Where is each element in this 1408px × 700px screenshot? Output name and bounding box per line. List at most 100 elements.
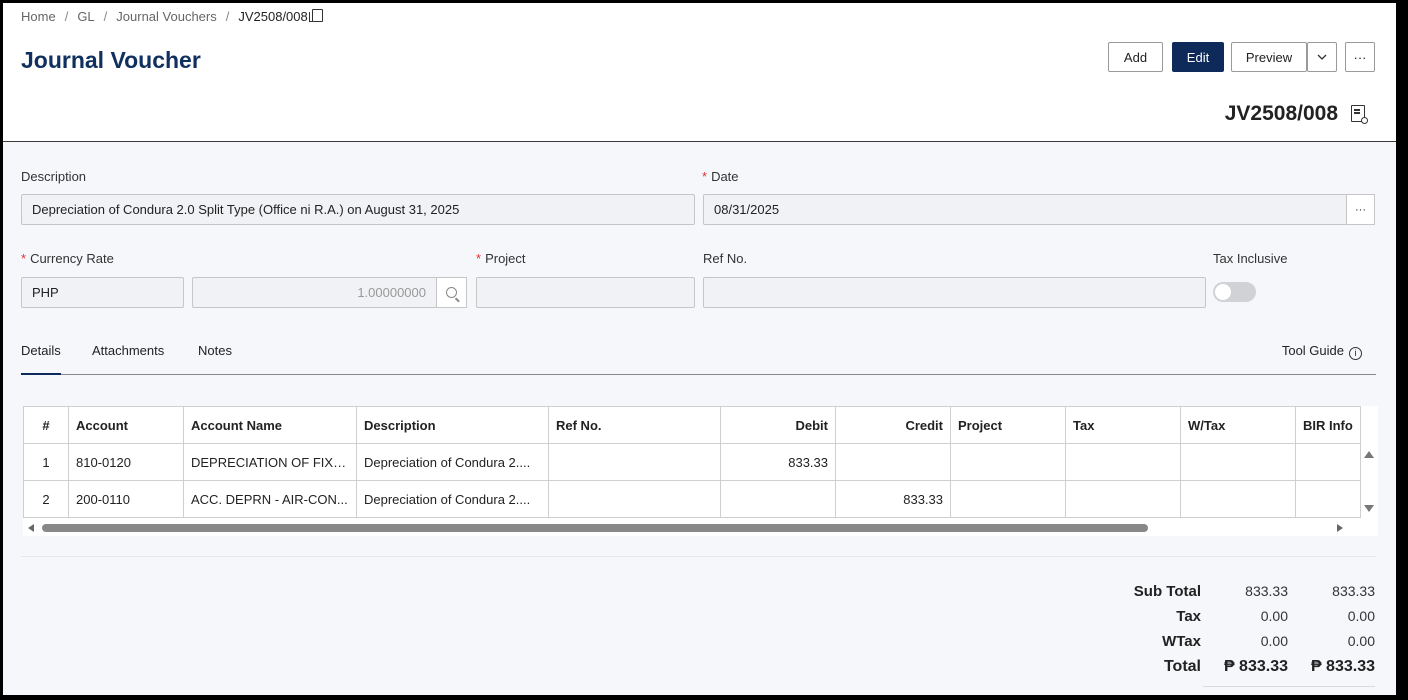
scroll-left-icon[interactable]	[28, 524, 34, 532]
breadcrumb: Home / GL / Journal Vouchers / JV2508/008	[21, 9, 323, 24]
column-header-description[interactable]: Description	[356, 406, 549, 444]
details-grid: # Account Account Name Description Ref N…	[23, 406, 1378, 536]
breadcrumb-current: JV2508/008	[238, 9, 308, 24]
search-icon	[446, 287, 457, 298]
ref-no-field[interactable]	[703, 277, 1206, 308]
table-row[interactable]: 2 200-0110 ACC. DEPRN - AIR-CON... Depre…	[23, 480, 1361, 518]
document-search-icon[interactable]	[1351, 105, 1368, 124]
cell-wtax[interactable]	[1180, 443, 1296, 481]
date-field[interactable]: 08/31/2025	[703, 194, 1347, 225]
document-number: JV2508/008	[1224, 102, 1338, 125]
cell-no[interactable]: 1	[23, 443, 69, 481]
rate-search-button[interactable]	[436, 277, 467, 308]
cell-ref-no[interactable]	[548, 443, 721, 481]
tab-attachments[interactable]: Attachments	[92, 343, 164, 358]
cell-debit[interactable]	[720, 480, 836, 518]
currency-rate-label: * Currency Rate	[21, 251, 114, 266]
column-header-no[interactable]: #	[23, 406, 69, 444]
app-window: Home / GL / Journal Vouchers / JV2508/008 Jour…	[3, 3, 1396, 695]
preview-dropdown-button[interactable]	[1307, 42, 1337, 72]
tax-inclusive-label: Tax Inclusive	[1213, 251, 1288, 266]
copy-icon[interactable]	[308, 9, 323, 22]
total-debit: ₱ 833.33	[1223, 658, 1288, 675]
tax-label: Tax	[1176, 608, 1201, 625]
breadcrumb-gl[interactable]: GL	[77, 9, 94, 24]
chevron-down-icon	[1317, 54, 1327, 60]
subtotal-label: Sub Total	[1133, 583, 1201, 600]
column-header-account[interactable]: Account	[68, 406, 184, 444]
grid-header-row: # Account Account Name Description Ref N…	[23, 406, 1361, 444]
date-label: * Date	[702, 169, 739, 184]
rate-field[interactable]: 1.00000000	[192, 277, 437, 308]
cell-ref-no[interactable]	[548, 480, 721, 518]
horizontal-scrollbar[interactable]	[23, 520, 1360, 536]
ref-no-label: Ref No.	[703, 251, 748, 266]
cell-wtax[interactable]	[1180, 480, 1296, 518]
wtax-credit: 0.00	[1347, 633, 1375, 649]
scroll-up-icon[interactable]	[1364, 451, 1374, 458]
tab-notes[interactable]: Notes	[198, 343, 232, 358]
tax-row: Tax 0.00 0.00	[1063, 608, 1375, 633]
subtotal-row: Sub Total 833.33 833.33	[1063, 583, 1375, 608]
cell-bir-info[interactable]	[1295, 480, 1361, 518]
cell-account-name[interactable]: DEPRECIATION OF FIXE...	[183, 443, 357, 481]
page-title: Journal Voucher	[21, 47, 201, 73]
description-field[interactable]: Depreciation of Condura 2.0 Split Type (…	[21, 194, 695, 225]
cell-no[interactable]: 2	[23, 480, 69, 518]
column-header-ref-no[interactable]: Ref No.	[548, 406, 721, 444]
tax-inclusive-toggle[interactable]	[1213, 282, 1256, 302]
cell-account[interactable]: 200-0110	[68, 480, 184, 518]
column-header-bir-info[interactable]: BIR Info	[1295, 406, 1361, 444]
total-credit: ₱ 833.33	[1310, 658, 1375, 675]
add-button[interactable]: Add	[1108, 42, 1163, 72]
cell-description[interactable]: Depreciation of Condura 2....	[356, 480, 549, 518]
cell-project[interactable]	[950, 443, 1066, 481]
column-header-debit[interactable]: Debit	[720, 406, 836, 444]
wtax-label: WTax	[1162, 633, 1201, 650]
column-header-tax[interactable]: Tax	[1065, 406, 1181, 444]
subtotal-debit: 833.33	[1245, 583, 1288, 599]
tax-debit: 0.00	[1260, 608, 1288, 624]
description-label: Description	[21, 169, 87, 184]
breadcrumb-home[interactable]: Home	[21, 9, 56, 24]
currency-field[interactable]: PHP	[21, 277, 184, 308]
cell-debit[interactable]: 833.33	[720, 443, 836, 481]
scrollbar-thumb[interactable]	[42, 524, 1148, 532]
vertical-scrollbar[interactable]	[1360, 443, 1378, 519]
column-header-project[interactable]: Project	[950, 406, 1066, 444]
table-row[interactable]: 1 810-0120 DEPRECIATION OF FIXE... Depre…	[23, 443, 1361, 481]
tool-guide-link[interactable]: Tool Guide i	[1282, 343, 1362, 360]
total-underline	[1203, 686, 1375, 687]
scroll-right-icon[interactable]	[1337, 524, 1343, 532]
tab-details[interactable]: Details	[21, 343, 61, 375]
page-header: Home / GL / Journal Vouchers / JV2508/008 Jour…	[3, 3, 1396, 142]
column-header-wtax[interactable]: W/Tax	[1180, 406, 1296, 444]
project-field[interactable]	[476, 277, 695, 308]
column-header-credit[interactable]: Credit	[835, 406, 951, 444]
cell-account-name[interactable]: ACC. DEPRN - AIR-CON...	[183, 480, 357, 518]
preview-button[interactable]: Preview	[1231, 42, 1307, 72]
column-header-account-name[interactable]: Account Name	[183, 406, 357, 444]
wtax-row: WTax 0.00 0.00	[1063, 633, 1375, 658]
cell-credit[interactable]: 833.33	[835, 480, 951, 518]
date-picker-button[interactable]: ···	[1346, 194, 1375, 225]
tab-bar: Details Attachments Notes Tool Guide i	[21, 343, 1376, 375]
info-icon: i	[1349, 347, 1362, 360]
cell-tax[interactable]	[1065, 480, 1181, 518]
tax-credit: 0.00	[1347, 608, 1375, 624]
subtotal-credit: 833.33	[1332, 583, 1375, 599]
cell-account[interactable]: 810-0120	[68, 443, 184, 481]
scroll-down-icon[interactable]	[1364, 505, 1374, 512]
breadcrumb-journal-vouchers[interactable]: Journal Vouchers	[116, 9, 216, 24]
total-row: Total ₱ 833.33 ₱ 833.33	[1063, 658, 1375, 683]
cell-bir-info[interactable]	[1295, 443, 1361, 481]
cell-description[interactable]: Depreciation of Condura 2....	[356, 443, 549, 481]
wtax-debit: 0.00	[1260, 633, 1288, 649]
more-options-button[interactable]: ···	[1345, 42, 1375, 72]
totals-panel: Sub Total 833.33 833.33 Tax 0.00 0.00 WT…	[1063, 583, 1375, 687]
cell-project[interactable]	[950, 480, 1066, 518]
cell-credit[interactable]	[835, 443, 951, 481]
cell-tax[interactable]	[1065, 443, 1181, 481]
project-label: * Project	[476, 251, 526, 266]
edit-button[interactable]: Edit	[1172, 42, 1224, 72]
